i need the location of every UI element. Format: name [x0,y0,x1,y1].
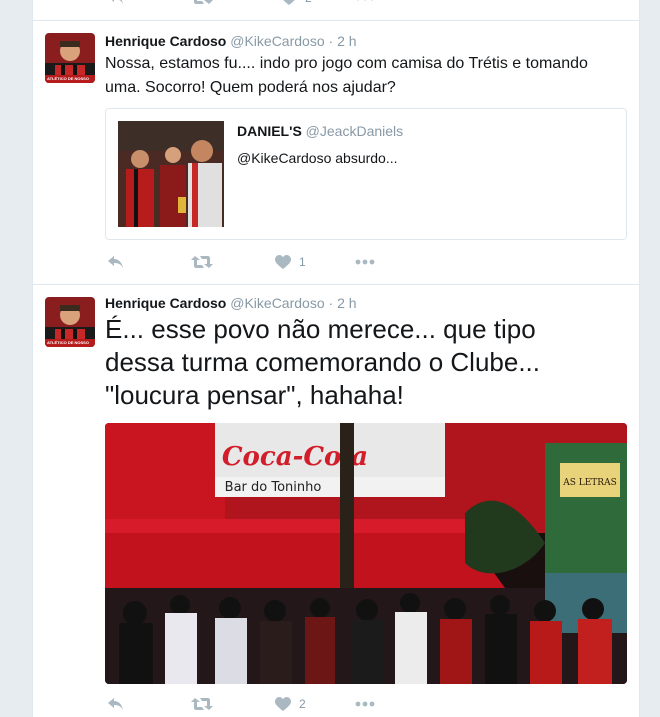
more-icon [356,0,374,1]
retweet-icon [194,0,213,4]
retweet-button[interactable] [191,694,213,714]
like-button[interactable]: 1 [275,252,306,272]
author-handle[interactable]: @KikeCardoso [230,295,324,311]
more-icon [355,259,375,265]
retweet-icon [191,256,213,268]
reply-button[interactable] [107,694,125,714]
side-sign-text: AS LETRAS [562,478,617,488]
like-button[interactable]: 2 [281,0,312,8]
author-handle[interactable]: @KikeCardoso [230,33,324,49]
quoted-tweet[interactable]: DANIEL'S @JeackDaniels @KikeCardoso absu… [105,108,627,240]
reply-icon [108,698,123,710]
quoted-tweet-text: @KikeCardoso absurdo... [237,150,398,166]
quoted-tweet-header: DANIEL'S @JeackDaniels [237,123,403,139]
retweet-icon [191,698,213,710]
reply-icon [111,0,123,4]
avatar-badge: ATLÉTICO DE NOSSO [47,76,89,81]
tweet-actions: 1 [105,252,405,272]
bar-name-sign: Bar do Toninho [225,480,322,495]
tweet-actions-top: 2 [105,0,405,8]
heart-icon [275,254,291,269]
more-button[interactable] [355,0,375,8]
author-name[interactable]: Henrique Cardoso [105,33,226,49]
tweet-text: É... esse povo não merece... que tipo de… [105,314,540,410]
timeline: 2 ATLÉTICO DE NOSSO Henrique Cardoso @Ki… [32,0,640,717]
tweet[interactable]: ATLÉTICO DE NOSSO Henrique Cardoso @Kike… [33,285,639,717]
tweet-time[interactable]: · 2 h [329,295,357,311]
reply-button[interactable] [107,0,125,8]
tweet-header: Henrique Cardoso @KikeCardoso · 2 h [105,295,357,311]
author-name[interactable]: Henrique Cardoso [105,295,226,311]
tweet-time[interactable]: · 2 h [329,33,357,49]
tweet-header: Henrique Cardoso @KikeCardoso · 2 h [105,33,357,49]
like-count: 2 [299,697,306,711]
like-count: 1 [299,255,306,269]
retweet-button[interactable] [191,0,213,8]
quoted-author-name[interactable]: DANIEL'S [237,123,302,139]
more-button[interactable] [355,252,375,272]
avatar[interactable]: ATLÉTICO DE NOSSO [45,297,95,347]
like-count: 2 [305,0,312,5]
reply-button[interactable] [107,252,125,272]
avatar[interactable]: ATLÉTICO DE NOSSO [45,33,95,83]
tweet-actions: 2 [105,694,405,714]
heart-icon [283,0,295,5]
retweet-button[interactable] [191,252,213,272]
more-button[interactable] [355,694,375,714]
avatar-badge: ATLÉTICO DE NOSSO [47,340,89,345]
more-icon [355,701,375,707]
reply-icon [108,256,123,268]
tweet-photo[interactable]: AS LETRAS Coca-Cola Bar do Toninho [105,423,627,684]
quoted-tweet-image [118,121,224,227]
tweet-text: Nossa, estamos fu.... indo pro jogo com … [105,55,588,96]
heart-icon [275,696,291,711]
quoted-author-handle[interactable]: @JeackDaniels [306,123,403,139]
like-button[interactable]: 2 [275,694,306,714]
tweet[interactable]: ATLÉTICO DE NOSSO Henrique Cardoso @Kike… [33,21,639,283]
photo-bar-scene: AS LETRAS Coca-Cola Bar do Toninho [105,423,627,684]
